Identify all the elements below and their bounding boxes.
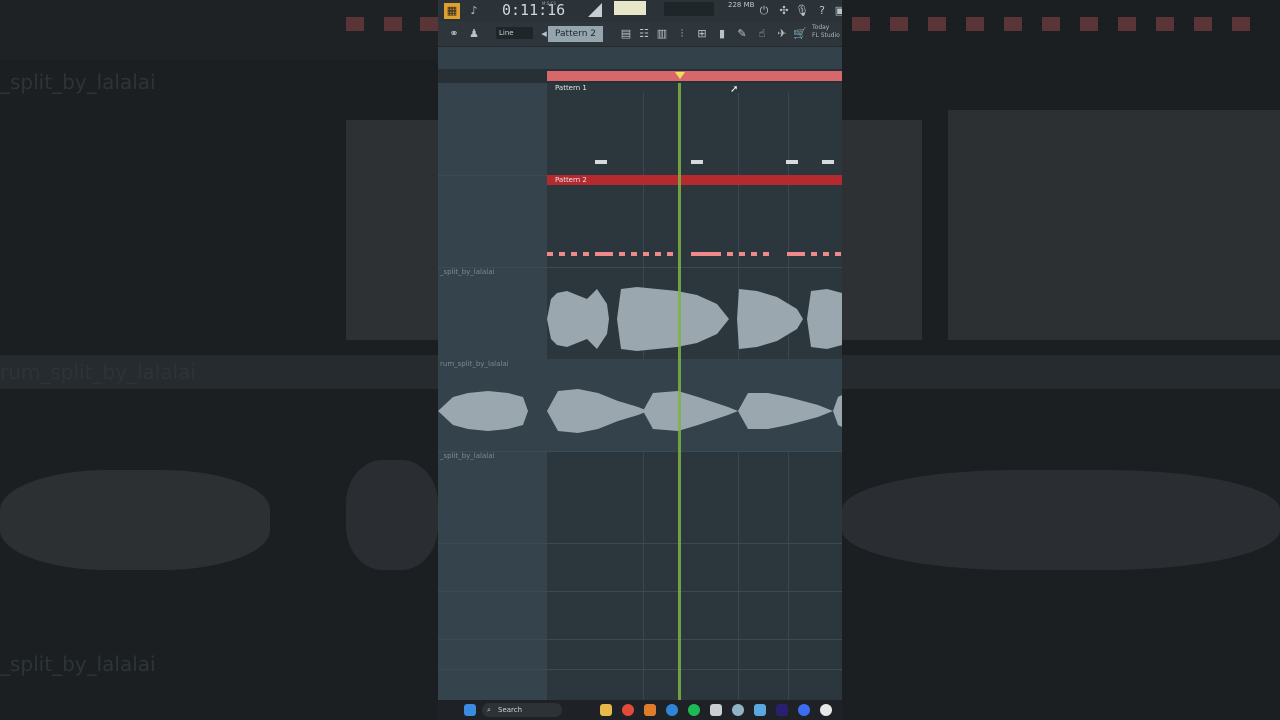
- note: [811, 252, 817, 256]
- touch-icon[interactable]: ☝: [754, 26, 770, 42]
- note: [823, 252, 829, 256]
- bird-icon[interactable]: ✈: [774, 26, 790, 42]
- background-label: _split_by_lalalai: [0, 652, 156, 676]
- fl-studio-window: ▦ ♪ 0:11:16 M:S:CS 228 MB ⏻ ✣ 🎙 ? ▣ ⚭ ♟ …: [438, 0, 842, 720]
- fl-studio-icon[interactable]: [644, 704, 656, 716]
- search-label: Search: [498, 706, 523, 714]
- spotify-icon[interactable]: [688, 704, 700, 716]
- note: [655, 252, 661, 256]
- track-1: Pattern 1: [438, 83, 842, 176]
- time-unit: M:S:CS: [542, 1, 557, 6]
- search-icon: ⌕: [487, 706, 491, 714]
- note: [691, 160, 703, 164]
- edge-icon[interactable]: [666, 704, 678, 716]
- track-label: _split_by_lalalai: [440, 452, 495, 460]
- track-5: _split_by_lalalai: [438, 451, 842, 544]
- note: [835, 252, 841, 256]
- steam-icon[interactable]: [820, 704, 832, 716]
- song-position-bar[interactable]: [547, 71, 842, 81]
- note: [547, 252, 553, 256]
- note: [631, 252, 637, 256]
- transport-bar: ▦ ♪ 0:11:16 M:S:CS 228 MB ⏻ ✣ 🎙 ? ▣: [438, 0, 842, 22]
- search-box[interactable]: ⌕ Search: [482, 703, 562, 717]
- note: [595, 160, 607, 164]
- plugin-icon[interactable]: ▮: [714, 26, 730, 42]
- note: [822, 160, 834, 164]
- settings-icon[interactable]: [732, 704, 744, 716]
- track-8: [438, 639, 842, 670]
- clip-title[interactable]: Pattern 1: [547, 83, 842, 93]
- note: [619, 252, 625, 256]
- background-label: rum_split_by_lalalai: [0, 360, 196, 384]
- note: [583, 252, 589, 256]
- file-explorer-icon[interactable]: [600, 704, 612, 716]
- memory-readout: 228 MB: [728, 1, 755, 9]
- mixer-icon[interactable]: ▤: [618, 26, 634, 42]
- mouse-cursor-icon: ➚: [730, 84, 739, 95]
- audio-waveform[interactable]: [547, 279, 842, 359]
- mode-icon[interactable]: ♪: [466, 3, 482, 19]
- pattern-song-toggle-icon[interactable]: ▦: [444, 3, 460, 19]
- piano-roll-icon[interactable]: ▥: [654, 26, 670, 42]
- note: [739, 252, 745, 256]
- windows-taskbar: ⌕ Search: [438, 700, 842, 720]
- background-right-panel: [842, 0, 1280, 720]
- playlist-toolbar: ⚭ ♟ Line ◂ Pattern 2 ▤ ☷ ▥ ⫶ ⊞ ▮ ✎ ☝ ✈ 🛒…: [438, 22, 842, 47]
- track-label: rum_split_by_lalalai: [440, 360, 509, 368]
- note: [763, 252, 769, 256]
- help-icon[interactable]: ?: [814, 3, 830, 19]
- note: [667, 252, 673, 256]
- track-7: [438, 591, 842, 640]
- track-4: rum_split_by_lalalai: [438, 359, 842, 452]
- playhead-line[interactable]: [678, 83, 681, 700]
- midi-icon[interactable]: ✣: [776, 3, 792, 19]
- cart-icon[interactable]: 🛒: [792, 26, 808, 42]
- track-2: Pattern 2: [438, 175, 842, 268]
- timeline-ruler[interactable]: [438, 69, 842, 83]
- link-icon[interactable]: ⚭: [446, 26, 462, 42]
- hint-line: Today: [812, 24, 830, 31]
- cpu-graph-icon: [588, 3, 602, 17]
- background-left-panel: _split_by_lalalai rum_split_by_lalalai _…: [0, 0, 438, 720]
- messenger-icon[interactable]: [798, 704, 810, 716]
- pattern-selector[interactable]: Pattern 2: [548, 26, 603, 42]
- note: [571, 252, 577, 256]
- hint-panel: Today FL Studio: [812, 24, 840, 40]
- track-3: _split_by_lalalai: [438, 267, 842, 360]
- track-label: _split_by_lalalai: [440, 268, 495, 276]
- playlist-spacer: [438, 47, 842, 69]
- master-volume-meter[interactable]: [614, 1, 646, 15]
- notepad-icon[interactable]: [754, 704, 766, 716]
- premiere-icon[interactable]: [776, 704, 788, 716]
- microphone-icon[interactable]: 🎙: [794, 3, 810, 19]
- tracks-icon[interactable]: ⫶: [674, 26, 690, 42]
- stamp-icon[interactable]: ♟: [466, 26, 482, 42]
- calculator-icon[interactable]: [710, 704, 722, 716]
- window-icon[interactable]: ▣: [832, 3, 842, 19]
- track-6: [438, 543, 842, 592]
- snap-select[interactable]: Line: [496, 27, 533, 39]
- channel-rack-icon[interactable]: ☷: [636, 26, 652, 42]
- playhead-marker-icon[interactable]: [675, 72, 685, 79]
- note: [643, 252, 649, 256]
- note: [595, 252, 613, 256]
- chrome-icon[interactable]: [622, 704, 634, 716]
- monitor-panel: [664, 2, 714, 16]
- clip-title[interactable]: Pattern 2: [547, 175, 842, 185]
- audio-waveform[interactable]: [438, 371, 842, 451]
- note: [787, 252, 805, 256]
- windows-start-icon[interactable]: [464, 704, 476, 716]
- power-icon[interactable]: ⏻: [756, 3, 772, 19]
- note: [559, 252, 565, 256]
- note: [751, 252, 757, 256]
- background-label: _split_by_lalalai: [0, 70, 156, 94]
- hint-line: FL Studio: [812, 32, 840, 39]
- note: [786, 160, 798, 164]
- browser-icon[interactable]: ⊞: [694, 26, 710, 42]
- brush-icon[interactable]: ✎: [734, 26, 750, 42]
- note: [727, 252, 733, 256]
- note: [691, 252, 721, 256]
